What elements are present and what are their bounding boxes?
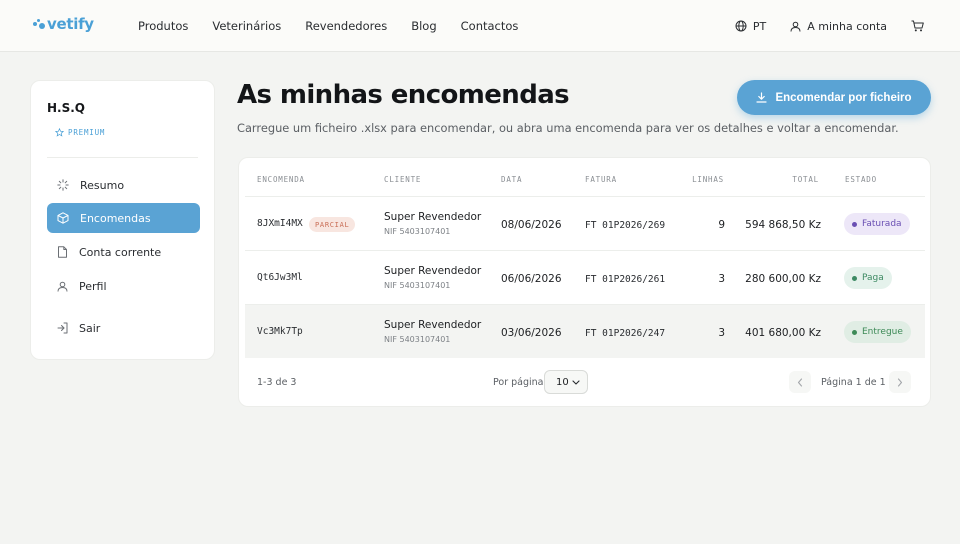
globe-icon xyxy=(735,20,747,32)
sidebar-item-resumo[interactable]: Resumo xyxy=(47,170,200,200)
order-by-file-button[interactable]: Encomendar por ficheiro xyxy=(737,80,931,115)
nav-link-produtos[interactable]: Produtos xyxy=(138,19,188,33)
account-link[interactable]: A minha conta xyxy=(790,20,887,33)
order-by-file-label: Encomendar por ficheiro xyxy=(775,91,912,104)
status-badge: Paga xyxy=(844,267,892,289)
sidebar-item-encomendas[interactable]: Encomendas xyxy=(47,203,200,233)
page-title: As minhas encomendas xyxy=(237,80,570,110)
order-total: 280 600,00 Kz xyxy=(745,273,821,285)
chevron-down-icon xyxy=(572,380,580,385)
star-icon xyxy=(55,128,64,137)
nav-link-revendedores[interactable]: Revendedores xyxy=(305,19,387,33)
sidebar-item-label: Conta corrente xyxy=(79,245,162,259)
column-header-data[interactable]: DATA xyxy=(501,175,522,184)
per-page-select[interactable]: 10 xyxy=(544,370,588,394)
logout-icon xyxy=(57,322,68,334)
sidebar-item-conta-corrente[interactable]: Conta corrente xyxy=(47,237,200,267)
order-total: 401 680,00 Kz xyxy=(745,327,821,339)
table-row[interactable]: Vc3Mk7Tp Super Revendedor NIF 5403107401… xyxy=(245,304,925,358)
status-dot xyxy=(852,221,857,227)
tier-label: PREMIUM xyxy=(68,128,106,137)
status-badge: Entregue xyxy=(844,321,911,343)
sidebar-item-perfil[interactable]: Perfil xyxy=(47,271,200,301)
file-icon xyxy=(58,246,67,258)
line-count: 3 xyxy=(718,273,725,285)
results-count: 1-3 de 3 xyxy=(257,377,297,388)
client-name: Super Revendedor xyxy=(384,319,482,331)
invoice-number[interactable]: FT 01P2026/269 xyxy=(585,220,665,231)
client-nif: NIF 5403107401 xyxy=(384,227,451,236)
invoice-number[interactable]: FT 01P2026/247 xyxy=(585,328,665,339)
account-sidebar: H.S.Q PREMIUM Resumo Encomendas Conta co… xyxy=(30,80,215,360)
table-row[interactable]: 8JXmI4MX PARCIAL Super Revendedor NIF 54… xyxy=(245,196,925,250)
status-dot xyxy=(852,329,857,335)
order-date: 06/06/2026 xyxy=(501,273,562,285)
cart-button[interactable] xyxy=(911,20,924,32)
nav-actions: PT A minha conta xyxy=(711,0,924,52)
chevron-left-icon xyxy=(797,377,803,387)
status-badge: Faturada xyxy=(844,213,910,235)
line-count: 3 xyxy=(718,327,725,339)
cart-icon xyxy=(911,20,924,32)
brand-name: vetify xyxy=(47,15,94,33)
client-nif: NIF 5403107401 xyxy=(384,335,451,344)
order-date: 08/06/2026 xyxy=(501,219,562,231)
organization-name: H.S.Q xyxy=(47,101,86,115)
language-label: PT xyxy=(752,19,767,33)
column-header-linhas[interactable]: LINHAS xyxy=(692,175,724,184)
logo-mark-icon xyxy=(33,17,45,31)
order-total: 594 868,50 Kz xyxy=(745,219,821,231)
nav-link-blog[interactable]: Blog xyxy=(411,19,436,33)
logout-button[interactable]: Sair xyxy=(47,313,200,343)
column-header-encomenda[interactable]: ENCOMENDA xyxy=(257,175,305,184)
sidebar-item-label: Perfil xyxy=(79,279,107,293)
box-icon xyxy=(57,212,69,224)
status-label: Paga xyxy=(862,273,884,283)
nav-link-veterinarios[interactable]: Veterinários xyxy=(212,19,281,33)
invoice-number[interactable]: FT 01P2026/261 xyxy=(585,274,665,285)
order-id[interactable]: Qt6Jw3Ml xyxy=(257,272,303,283)
loader-icon xyxy=(57,179,69,191)
sidebar-item-label: Encomendas xyxy=(80,211,151,225)
main-nav: Produtos Veterinários Revendedores Blog … xyxy=(138,0,542,52)
user-icon xyxy=(790,21,801,32)
logout-label: Sair xyxy=(79,321,101,335)
top-navbar: vetify Produtos Veterinários Revendedore… xyxy=(0,0,960,52)
nav-link-contactos[interactable]: Contactos xyxy=(461,19,519,33)
line-count: 9 xyxy=(718,219,725,231)
status-label: Faturada xyxy=(862,219,902,229)
column-header-estado[interactable]: ESTADO xyxy=(845,175,877,184)
table-header: ENCOMENDA CLIENTE DATA FATURA LINHAS TOT… xyxy=(239,158,930,196)
column-header-cliente[interactable]: CLIENTE xyxy=(384,175,421,184)
page-indicator: Página 1 de 1 xyxy=(821,377,886,388)
order-id[interactable]: Vc3Mk7Tp xyxy=(257,326,303,337)
language-selector[interactable]: PT xyxy=(735,20,766,33)
previous-page-button[interactable] xyxy=(789,371,811,393)
chevron-right-icon xyxy=(897,377,903,387)
orders-table: ENCOMENDA CLIENTE DATA FATURA LINHAS TOT… xyxy=(238,157,931,407)
brand-logo[interactable]: vetify xyxy=(33,15,94,33)
partial-tag: PARCIAL xyxy=(309,217,356,232)
page-subtitle: Carregue um ficheiro .xlsx para encomend… xyxy=(237,121,899,135)
per-page-label: Por página xyxy=(493,377,544,388)
tier-badge: PREMIUM xyxy=(55,128,105,137)
status-dot xyxy=(852,275,857,281)
client-name: Super Revendedor xyxy=(384,265,482,277)
per-page-value: 10 xyxy=(556,376,569,388)
client-nif: NIF 5403107401 xyxy=(384,281,451,290)
status-label: Entregue xyxy=(862,327,903,337)
sidebar-divider xyxy=(47,157,198,158)
column-header-total[interactable]: TOTAL xyxy=(792,175,819,184)
table-row[interactable]: Qt6Jw3Ml Super Revendedor NIF 5403107401… xyxy=(245,250,925,304)
user-icon xyxy=(57,281,68,292)
column-header-fatura[interactable]: FATURA xyxy=(585,175,617,184)
client-name: Super Revendedor xyxy=(384,211,482,223)
account-label: A minha conta xyxy=(807,19,887,33)
order-id[interactable]: 8JXmI4MX xyxy=(257,218,303,229)
download-icon xyxy=(756,92,768,103)
sidebar-item-label: Resumo xyxy=(80,178,125,192)
next-page-button[interactable] xyxy=(889,371,911,393)
order-date: 03/06/2026 xyxy=(501,327,562,339)
